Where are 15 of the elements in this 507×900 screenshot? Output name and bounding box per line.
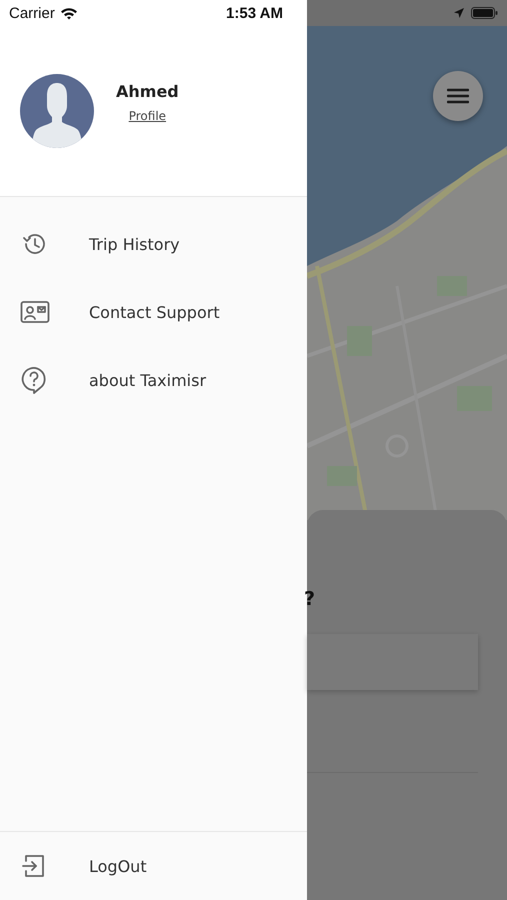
carrier-label: Carrier	[9, 4, 55, 22]
input-field[interactable]	[307, 634, 478, 690]
menu-icon	[447, 88, 469, 104]
help-icon	[20, 365, 48, 395]
status-time: 1:53 AM	[226, 4, 283, 22]
user-name: Ahmed	[116, 82, 179, 100]
profile-link[interactable]: Profile	[128, 108, 166, 122]
logout-item[interactable]: LogOut	[0, 832, 307, 900]
menu-item[interactable]: Trip History	[0, 210, 307, 278]
battery-icon	[471, 7, 498, 19]
menu-item[interactable]: about Taximisr	[0, 346, 307, 414]
location-arrow-icon	[453, 7, 465, 19]
wifi-icon	[60, 6, 78, 20]
contact-card-icon	[20, 300, 50, 324]
menu-item[interactable]: Contact Support	[0, 278, 307, 346]
